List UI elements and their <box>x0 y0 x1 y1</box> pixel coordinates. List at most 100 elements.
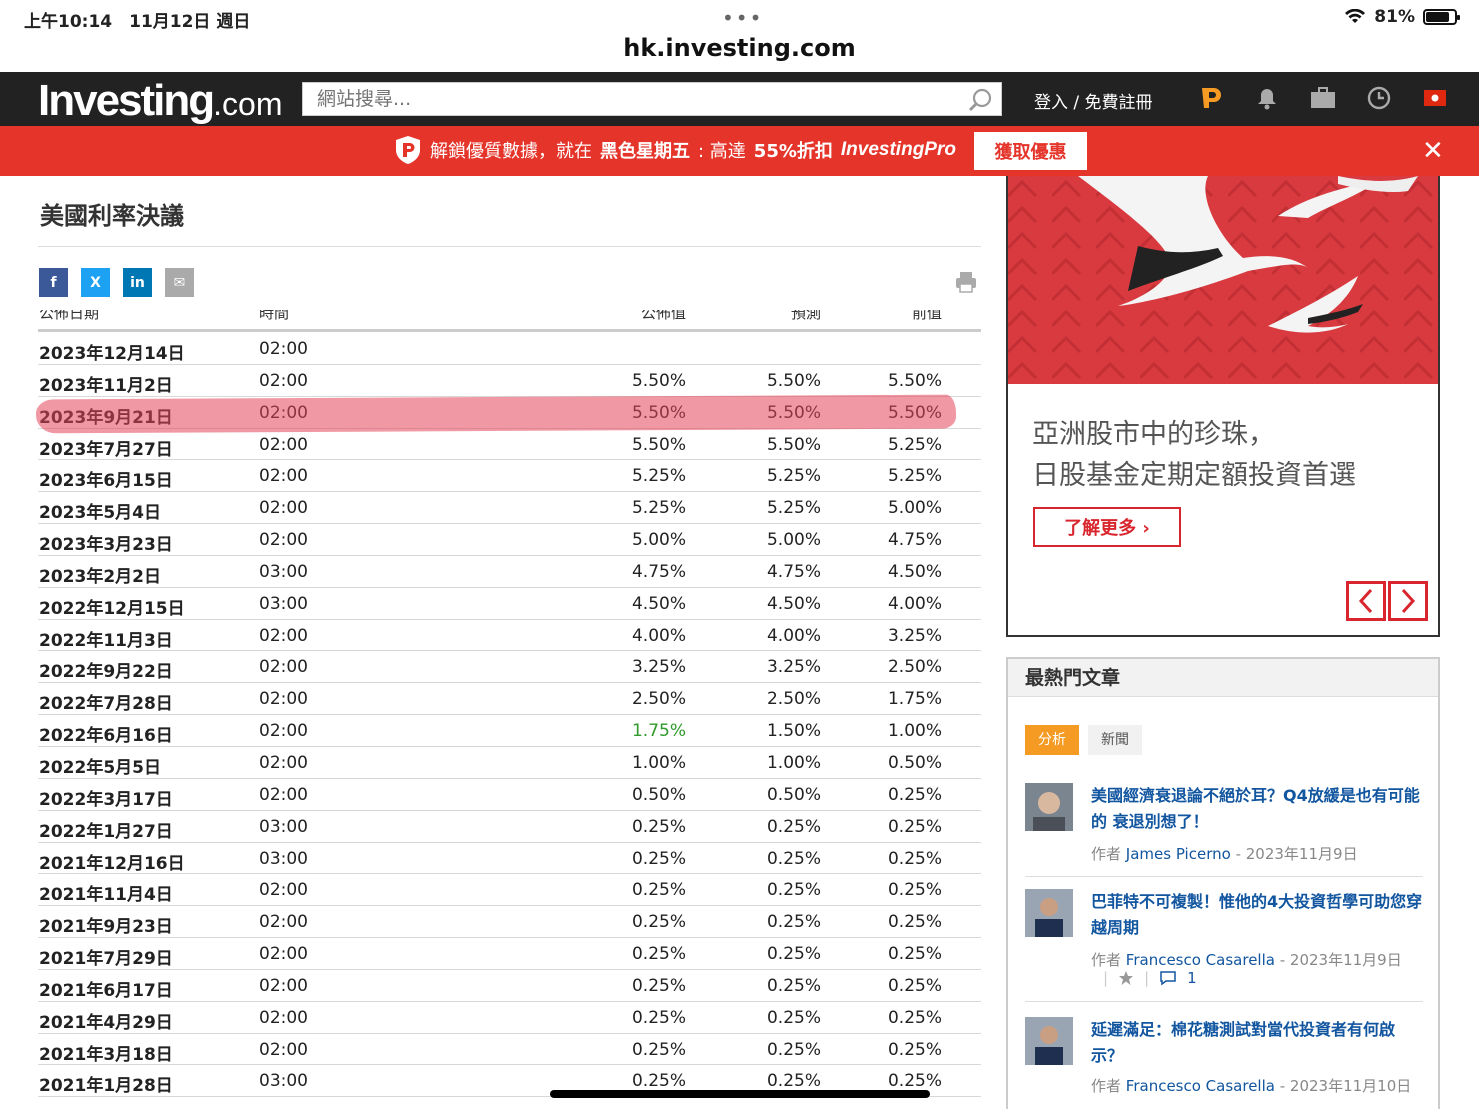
row-time: 03:00 <box>259 1071 308 1092</box>
row-date: 2023年6月15日 <box>39 471 173 492</box>
tab-news[interactable]: 新聞 <box>1088 725 1142 755</box>
table-row: 2022年3月17日 02:00 0.50% 0.50% 0.25% <box>38 779 981 811</box>
search-input[interactable] <box>303 83 943 115</box>
promo-text-4: 55%折扣 <box>753 141 833 162</box>
address-bar[interactable]: hk.investing.com <box>0 30 1479 70</box>
author-link[interactable]: James Picerno <box>1126 845 1231 863</box>
row-forecast: 0.25% <box>766 975 821 996</box>
auth-slash: / <box>1073 93 1080 113</box>
register-link[interactable]: 免費註冊 <box>1085 93 1153 113</box>
article-stats: | | 1 <box>1103 969 1197 987</box>
header-actual: 公佈值 <box>640 310 686 322</box>
author-link[interactable]: Francesco Casarella <box>1126 951 1275 969</box>
linkedin-share-button[interactable]: in <box>123 268 152 297</box>
row-previous: 2.50% <box>887 657 942 678</box>
email-share-button[interactable]: ✉ <box>165 268 194 297</box>
row-actual: 2.50% <box>631 689 686 710</box>
row-time: 02:00 <box>259 625 308 646</box>
row-time: 02:00 <box>259 1007 308 1028</box>
home-indicator[interactable] <box>550 1090 930 1098</box>
author-prefix: 作者 <box>1091 1077 1122 1095</box>
promo-banner: 解鎖優質數據，就在 黑色星期五: 高達 55%折扣 InvestingPro 獲… <box>0 126 1479 176</box>
row-forecast: 0.25% <box>766 1039 821 1060</box>
article-divider <box>1025 876 1423 877</box>
hk-flag-icon[interactable] <box>1422 84 1448 112</box>
promo-offer-button[interactable]: 獲取優惠 <box>974 132 1087 170</box>
row-actual: 0.25% <box>631 912 686 933</box>
promo-brand: InvestingPro <box>840 139 956 160</box>
row-date: 2023年12月14日 <box>39 344 185 364</box>
pro-icon[interactable] <box>1198 84 1224 112</box>
row-date: 2023年3月23日 <box>39 535 173 556</box>
row-date: 2021年7月29日 <box>39 949 173 970</box>
row-time: 02:00 <box>259 339 308 359</box>
stats-separator: | <box>1103 969 1109 987</box>
advertisement[interactable]: 亞洲股市中的珍珠， 日股基金定期定額投資首選 了解更多 › <box>1006 176 1440 637</box>
row-forecast: 5.50% <box>766 434 821 455</box>
row-actual: 5.50% <box>631 434 686 455</box>
article-divider <box>1025 1001 1423 1002</box>
author-link[interactable]: Francesco Casarella <box>1126 1077 1275 1095</box>
bell-icon[interactable] <box>1254 84 1280 112</box>
row-date: 2022年12月15日 <box>39 598 185 619</box>
search-icon[interactable] <box>967 87 993 113</box>
article-title[interactable]: 美國經濟衰退論不絕於耳？Q4放緩是也有可能的 衰退別想了！ <box>1091 783 1425 835</box>
site-header: Investing.com 登入 / 免費註冊 <box>0 72 1479 126</box>
table-row: 2021年9月23日 02:00 0.25% 0.25% 0.25% <box>38 906 981 939</box>
logo-main: Investing <box>38 76 215 125</box>
article-date: - 2023年11月9日 <box>1279 951 1402 969</box>
row-date: 2022年6月16日 <box>39 726 173 747</box>
row-date: 2022年9月22日 <box>39 662 173 683</box>
row-previous: 1.75% <box>887 689 942 710</box>
comment-icon[interactable] <box>1159 970 1177 986</box>
table-row: 2021年11月4日 02:00 0.25% 0.25% 0.25% <box>38 874 981 907</box>
ad-line-2: 日股基金定期定額投資首選 <box>1032 460 1356 491</box>
row-time: 03:00 <box>259 848 308 869</box>
comment-count[interactable]: 1 <box>1187 969 1197 987</box>
ad-line-1: 亞洲股市中的珍珠， <box>1032 419 1275 450</box>
page-title: 美國利率決議 <box>40 202 184 230</box>
close-icon[interactable]: ✕ <box>1422 136 1444 166</box>
clock-icon[interactable] <box>1366 84 1392 112</box>
author-avatar <box>1025 1017 1073 1065</box>
title-divider <box>38 246 981 247</box>
x-share-button[interactable]: X <box>81 268 110 297</box>
row-date: 2022年1月27日 <box>39 821 173 842</box>
investingpro-shield-icon <box>396 136 420 164</box>
print-icon[interactable] <box>954 270 978 294</box>
author-prefix: 作者 <box>1091 951 1122 969</box>
table-row: 2021年12月16日 03:00 0.25% 0.25% 0.25% <box>38 843 981 875</box>
row-time: 02:00 <box>259 434 308 455</box>
row-forecast: 5.25% <box>766 466 821 487</box>
ad-prev-button[interactable] <box>1346 581 1386 621</box>
logo-suffix: .com <box>213 86 283 122</box>
row-time: 02:00 <box>259 530 308 551</box>
ad-learn-more-button[interactable]: 了解更多 › <box>1033 507 1181 547</box>
star-icon[interactable] <box>1118 970 1134 986</box>
article-meta: 作者 Francesco Casarella - 2023年11月10日 <box>1091 1075 1411 1096</box>
row-forecast: 0.25% <box>766 1071 821 1092</box>
chevron-right-icon <box>1401 588 1416 614</box>
row-time: 02:00 <box>259 1039 308 1060</box>
ad-next-button[interactable] <box>1388 581 1428 621</box>
article-title[interactable]: 巴菲特不可複製！惟他的4大投資哲學可助您穿越周期 <box>1091 889 1425 941</box>
row-previous: 4.00% <box>887 593 942 614</box>
row-previous: 0.50% <box>887 752 942 773</box>
table-row: 2023年11月2日 02:00 5.50% 5.50% 5.50% <box>38 365 981 397</box>
row-forecast: 4.00% <box>766 625 821 646</box>
row-actual: 0.25% <box>631 880 686 901</box>
multitask-dots[interactable]: ••• <box>722 6 763 30</box>
popular-tabs: 分析 新聞 <box>1025 725 1142 755</box>
investing-logo[interactable]: Investing.com <box>38 76 283 126</box>
row-time: 02:00 <box>259 657 308 678</box>
tab-analysis[interactable]: 分析 <box>1025 725 1079 755</box>
row-time: 03:00 <box>259 593 308 614</box>
portfolio-icon[interactable] <box>1310 84 1336 112</box>
facebook-share-button[interactable]: f <box>39 268 68 297</box>
row-forecast: 0.25% <box>766 1007 821 1028</box>
article-title[interactable]: 延遲滿足：棉花糖測試對當代投資者有何啟示？ <box>1091 1017 1425 1069</box>
row-date: 2023年11月2日 <box>39 375 173 396</box>
table-row: 2022年7月28日 02:00 2.50% 2.50% 1.75% <box>38 683 981 716</box>
row-time: 02:00 <box>259 466 308 487</box>
login-link[interactable]: 登入 <box>1034 93 1068 113</box>
